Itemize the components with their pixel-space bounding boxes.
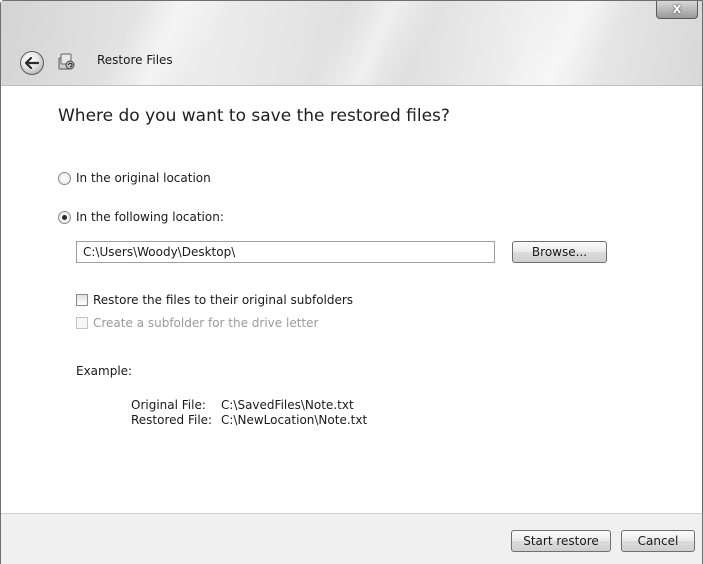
restored-file-key: Restored File: [131,413,213,427]
page-heading: Where do you want to save the restored f… [58,106,450,126]
radio-original-location[interactable]: In the original location [58,171,211,185]
main-content: Where do you want to save the restored f… [1,85,702,514]
cancel-button[interactable]: Cancel [621,530,695,552]
browse-button[interactable]: Browse... [512,241,607,263]
radio-label: In the following location: [76,210,224,224]
restore-subfolders-option[interactable]: Restore the files to their original subf… [76,293,353,307]
start-restore-button[interactable]: Start restore [511,530,611,552]
back-button[interactable] [20,51,44,75]
radio-button[interactable] [58,210,71,224]
close-button[interactable]: X [656,1,698,19]
back-arrow-icon [25,57,39,69]
example-label: Example: [76,364,133,378]
radio-button[interactable] [58,171,71,185]
restore-files-icon [58,53,75,70]
create-subfolder-option: Create a subfolder for the drive letter [76,316,318,330]
title-bar: X Restore Files [1,1,702,85]
footer-bar: Start restore Cancel [1,513,702,564]
close-icon: X [672,3,682,16]
original-file-key: Original File: [131,398,206,412]
restore-subfolders-checkbox[interactable] [76,294,88,306]
radio-label: In the original location [76,171,211,185]
checkbox-label: Create a subfolder for the drive letter [93,316,319,330]
location-path-input[interactable]: C:\Users\Woody\Desktop\ [76,241,495,263]
restore-files-window: X Restore Files Where do you want to sav… [0,0,703,564]
restored-file-value: C:\NewLocation\Note.txt [221,413,368,427]
original-file-value: C:\SavedFiles\Note.txt [221,398,354,412]
checkbox-label: Restore the files to their original subf… [93,293,354,307]
radio-following-location[interactable]: In the following location: [58,210,224,224]
window-title: Restore Files [97,53,173,67]
create-subfolder-checkbox [76,317,88,329]
